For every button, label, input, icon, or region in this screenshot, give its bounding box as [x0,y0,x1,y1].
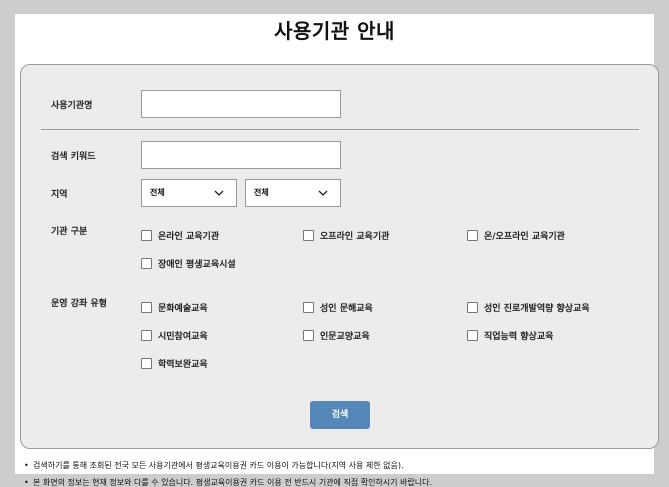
course-type-checkbox-civic[interactable]: 시민참여교육 [141,328,208,342]
category-option-label: 오프라인 교육기관 [320,231,390,242]
note-item: • 본 화면의 정보는 현재 정보와 다를 수 있습니다. 평생교육이용권 카드 … [24,474,664,487]
institution-name-input[interactable] [141,90,341,118]
note-item: • 검색하기를 통해 조회된 전국 모든 사용기관에서 평생교육이용권 카드 이용… [24,457,664,474]
category-label: 기관 구분 [51,227,88,237]
course-type-option-label: 직업능력 향상교육 [484,331,554,342]
course-type-checkbox-literacy[interactable]: 성인 문해교육 [303,300,373,314]
course-type-checkbox-academic[interactable]: 학력보완교육 [141,356,208,370]
category-checkbox-offline[interactable]: 오프라인 교육기관 [303,228,389,242]
course-type-option-label: 성인 진로개발역량 향상교육 [484,303,590,314]
region-label: 지역 [51,190,68,200]
checkbox[interactable] [467,329,478,341]
course-type-option-label: 시민참여교육 [158,331,208,342]
search-button[interactable]: 검색 [310,401,370,429]
chevron-down-icon [214,190,224,196]
course-type-checkbox-career[interactable]: 성인 진로개발역량 향상교육 [467,300,590,314]
keyword-input[interactable] [141,141,341,169]
checkbox[interactable] [141,329,152,341]
chevron-down-icon [318,190,328,196]
checkbox[interactable] [467,301,478,313]
course-type-checkbox-humanities[interactable]: 인문교양교육 [303,328,370,342]
bullet-icon: • [24,461,29,470]
category-checkbox-online[interactable]: 온라인 교육기관 [141,228,219,242]
course-type-label: 운영 강좌 유형 [51,299,107,309]
page-title: 사용기관 안내 [274,19,395,43]
category-option-label: 온/오프라인 교육기관 [484,231,565,242]
checkbox[interactable] [141,301,152,313]
note-text: 검색하기를 통해 조회된 전국 모든 사용기관에서 평생교육이용권 카드 이용이… [33,461,404,470]
checkbox[interactable] [141,357,152,369]
region-select-province-value: 전체 [150,188,165,197]
course-type-option-label: 성인 문해교육 [320,303,373,314]
note-text: 본 화면의 정보는 현재 정보와 다를 수 있습니다. 평생교육이용권 카드 이… [33,478,433,487]
search-form-panel: 사용기관명 검색 키워드 지역 전체 전체 기관 구분 온라인 교육기관 오프라… [20,64,659,449]
checkbox[interactable] [141,257,152,269]
region-select-city-value: 전체 [254,188,269,197]
category-checkbox-online-offline[interactable]: 온/오프라인 교육기관 [467,228,565,242]
category-checkbox-disability-facility[interactable]: 장애인 평생교육시설 [141,256,236,270]
checkbox[interactable] [303,229,314,241]
course-type-checkbox-arts[interactable]: 문화예술교육 [141,300,208,314]
keyword-label: 검색 키워드 [51,152,96,162]
course-type-checkbox-vocational[interactable]: 직업능력 향상교육 [467,328,553,342]
form-divider [41,129,639,130]
notes-list: • 검색하기를 통해 조회된 전국 모든 사용기관에서 평생교육이용권 카드 이용… [24,457,664,487]
category-option-label: 온라인 교육기관 [158,231,220,242]
institution-name-label: 사용기관명 [51,101,93,111]
checkbox[interactable] [141,229,152,241]
course-type-option-label: 학력보완교육 [158,359,208,370]
course-type-option-label: 인문교양교육 [320,331,370,342]
checkbox[interactable] [303,301,314,313]
course-type-option-label: 문화예술교육 [158,303,208,314]
category-option-label: 장애인 평생교육시설 [158,259,236,270]
bullet-icon: • [24,478,29,487]
checkbox[interactable] [303,329,314,341]
region-select-province[interactable]: 전체 [141,179,237,207]
checkbox[interactable] [467,229,478,241]
region-select-city[interactable]: 전체 [245,179,341,207]
